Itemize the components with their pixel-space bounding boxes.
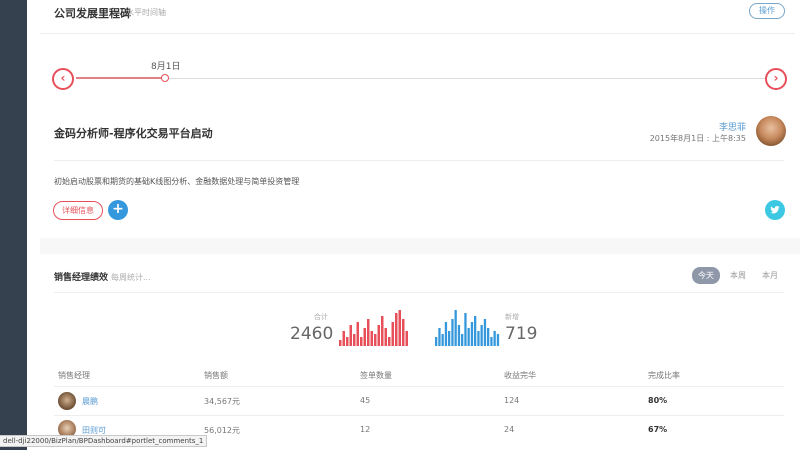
- new-spark-bar: [496, 334, 500, 346]
- timeline-next-button[interactable]: ›: [765, 68, 787, 90]
- new-spark-bar: [444, 322, 448, 346]
- new-label: 新增: [505, 313, 519, 321]
- timeline-progress: [76, 77, 164, 79]
- new-value: 719: [505, 324, 538, 344]
- new-sparkline: [435, 310, 500, 346]
- plus-icon: +: [112, 201, 124, 217]
- portlet-subtitle: 水平时间轴: [126, 8, 166, 17]
- total-spark-bar: [363, 328, 366, 346]
- total-spark-bar: [342, 331, 345, 346]
- divider: [54, 415, 784, 416]
- total-spark-bar: [398, 310, 401, 346]
- new-spark-bar: [438, 328, 441, 346]
- event-description: 初始启动股票和期货的基础K线图分析、金融数据处理与简单投资管理: [54, 177, 300, 186]
- avatar: [58, 392, 76, 410]
- column-header-profit[interactable]: 收益完华: [504, 370, 536, 381]
- timeline-date-label: 8月1日: [151, 62, 181, 72]
- event-title: 金码分析师-程序化交易平台启动: [54, 127, 213, 140]
- range-week-button[interactable]: 本周: [726, 267, 750, 284]
- completion-rate: 67%: [648, 425, 668, 434]
- total-spark-bar: [339, 340, 342, 346]
- total-spark-bar: [377, 325, 380, 346]
- total-spark-bar: [346, 337, 349, 346]
- order-count: 45: [360, 396, 371, 405]
- new-spark-bar: [461, 334, 464, 346]
- new-spark-bar: [457, 325, 461, 346]
- total-spark-bar: [349, 325, 352, 346]
- new-spark-bar: [480, 325, 483, 346]
- column-header-orders[interactable]: 签单数量: [360, 370, 392, 381]
- timeline-track: [76, 78, 766, 79]
- new-spark-bar: [451, 319, 454, 346]
- column-header-manager[interactable]: 销售经理: [58, 370, 90, 381]
- chevron-right-icon: ›: [773, 71, 779, 85]
- timeline-event-dot[interactable]: [161, 74, 169, 82]
- range-month-button[interactable]: 本月: [758, 267, 782, 284]
- column-header-sales[interactable]: 销售额: [204, 370, 228, 381]
- profit-value: 24: [504, 425, 515, 434]
- status-bar-url: dell-dji22000/BizPlan/BPDashboard#portle…: [0, 435, 208, 447]
- manager-name[interactable]: 晨鹏: [82, 396, 98, 407]
- twitter-icon: [770, 206, 780, 214]
- total-spark-bar: [384, 328, 387, 346]
- new-spark-bar: [464, 313, 467, 346]
- portlet-title: 公司发展里程碑: [54, 7, 131, 20]
- new-spark-bar: [483, 319, 487, 346]
- new-spark-bar: [448, 331, 451, 346]
- total-spark-bar: [353, 334, 356, 346]
- new-spark-bar: [493, 331, 496, 346]
- new-spark-bar: [474, 316, 477, 346]
- author-name[interactable]: 李思菲: [719, 120, 746, 133]
- author-date: 2015年8月1日 : 上午8:35: [649, 134, 746, 143]
- main-content: 公司发展里程碑 水平时间轴 操作 ‹ › 8月1日 金码分析师-程序化交易平台启…: [40, 0, 800, 450]
- chevron-left-icon: ‹: [60, 71, 66, 85]
- divider: [54, 160, 784, 161]
- total-label: 合计: [314, 313, 328, 321]
- new-spark-bar: [477, 331, 480, 346]
- portlet-gap: [40, 238, 800, 254]
- profit-value: 124: [504, 396, 520, 405]
- total-spark-bar: [381, 316, 384, 346]
- new-spark-bar: [441, 334, 444, 346]
- range-today-button[interactable]: 今天: [692, 267, 720, 284]
- total-spark-bar: [374, 334, 377, 346]
- total-value: 2460: [290, 324, 334, 344]
- sales-amount: 56,012元: [204, 426, 240, 435]
- total-spark-bar: [391, 322, 394, 346]
- total-spark-bar: [402, 319, 405, 346]
- total-spark-bar: [367, 319, 370, 346]
- total-spark-bar: [405, 331, 408, 346]
- total-sparkline: [339, 310, 408, 346]
- new-spark-bar: [454, 310, 457, 346]
- timeline-prev-button[interactable]: ‹: [52, 68, 74, 90]
- add-button[interactable]: +: [108, 200, 128, 220]
- operations-button[interactable]: 操作: [749, 3, 785, 19]
- twitter-button[interactable]: [765, 200, 785, 220]
- total-spark-bar: [370, 331, 373, 346]
- new-spark-bar: [467, 328, 470, 346]
- new-spark-bar: [490, 337, 493, 346]
- total-spark-bar: [360, 337, 363, 346]
- portlet-title: 销售经理绩效: [54, 273, 109, 283]
- divider: [54, 386, 784, 387]
- total-spark-bar: [356, 322, 359, 346]
- new-spark-bar: [487, 328, 490, 346]
- total-spark-bar: [395, 313, 398, 346]
- divider: [40, 33, 795, 34]
- completion-rate: 80%: [648, 396, 668, 405]
- divider: [54, 292, 784, 293]
- new-spark-bar: [470, 322, 474, 346]
- details-button[interactable]: 详细信息: [53, 201, 103, 220]
- portlet-subtitle: 每周统计...: [111, 273, 151, 282]
- new-spark-bar: [435, 337, 438, 346]
- order-count: 12: [360, 425, 371, 434]
- sales-amount: 34,567元: [204, 397, 240, 406]
- sidebar-rail: [0, 0, 27, 450]
- column-header-rate[interactable]: 完成比率: [648, 370, 680, 381]
- avatar: [756, 116, 786, 146]
- total-spark-bar: [388, 337, 391, 346]
